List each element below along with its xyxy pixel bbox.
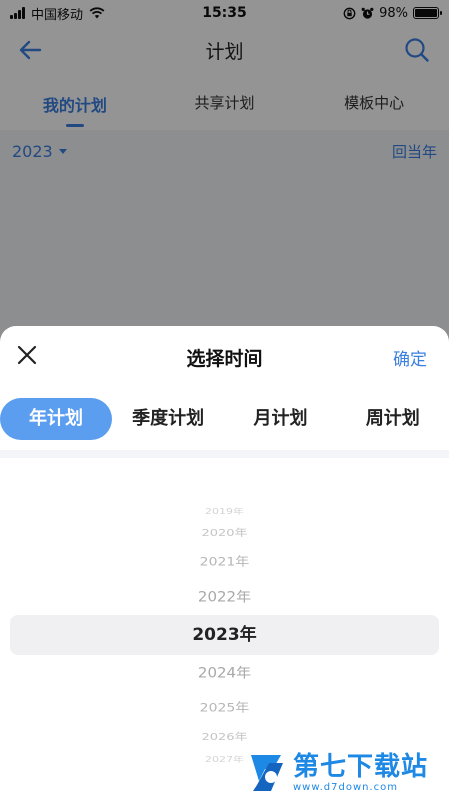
picker-item[interactable]: 2022年 [0, 588, 449, 605]
watermark-badge: 第七下载站 www.d7down.com [247, 748, 443, 798]
sheet-header: 选择时间 确定 [0, 326, 449, 388]
tab-monthly-plan[interactable]: 月计划 [224, 398, 336, 440]
picker-item[interactable]: 2019年 [0, 506, 449, 516]
divider [0, 450, 449, 458]
watermark-name: 第七下载站 [293, 751, 429, 782]
close-icon[interactable] [14, 342, 40, 368]
watermark-text: 第七下载站 www.d7down.com [293, 754, 428, 793]
picker-item[interactable]: 2024年 [0, 664, 449, 681]
site-logo-icon [251, 755, 283, 791]
picker-item-selected[interactable]: 2023年 [0, 625, 449, 646]
confirm-button[interactable]: 确定 [393, 345, 427, 370]
watermark-url: www.d7down.com [293, 781, 399, 793]
time-picker-sheet: 选择时间 确定 年计划 季度计划 月计划 周计划 2019年 2020年 202… [0, 326, 449, 800]
tab-annual-plan[interactable]: 年计划 [0, 398, 112, 440]
picker-item[interactable]: 2020年 [0, 527, 449, 540]
picker-item[interactable]: 2021年 [0, 554, 449, 569]
plan-type-tabs: 年计划 季度计划 月计划 周计划 [0, 388, 449, 450]
sheet-title: 选择时间 [186, 347, 263, 370]
tab-quarterly-plan[interactable]: 季度计划 [112, 398, 224, 440]
picker-item[interactable]: 2025年 [0, 700, 449, 715]
tab-weekly-plan[interactable]: 周计划 [337, 398, 449, 440]
picker-item[interactable]: 2026年 [0, 731, 449, 744]
